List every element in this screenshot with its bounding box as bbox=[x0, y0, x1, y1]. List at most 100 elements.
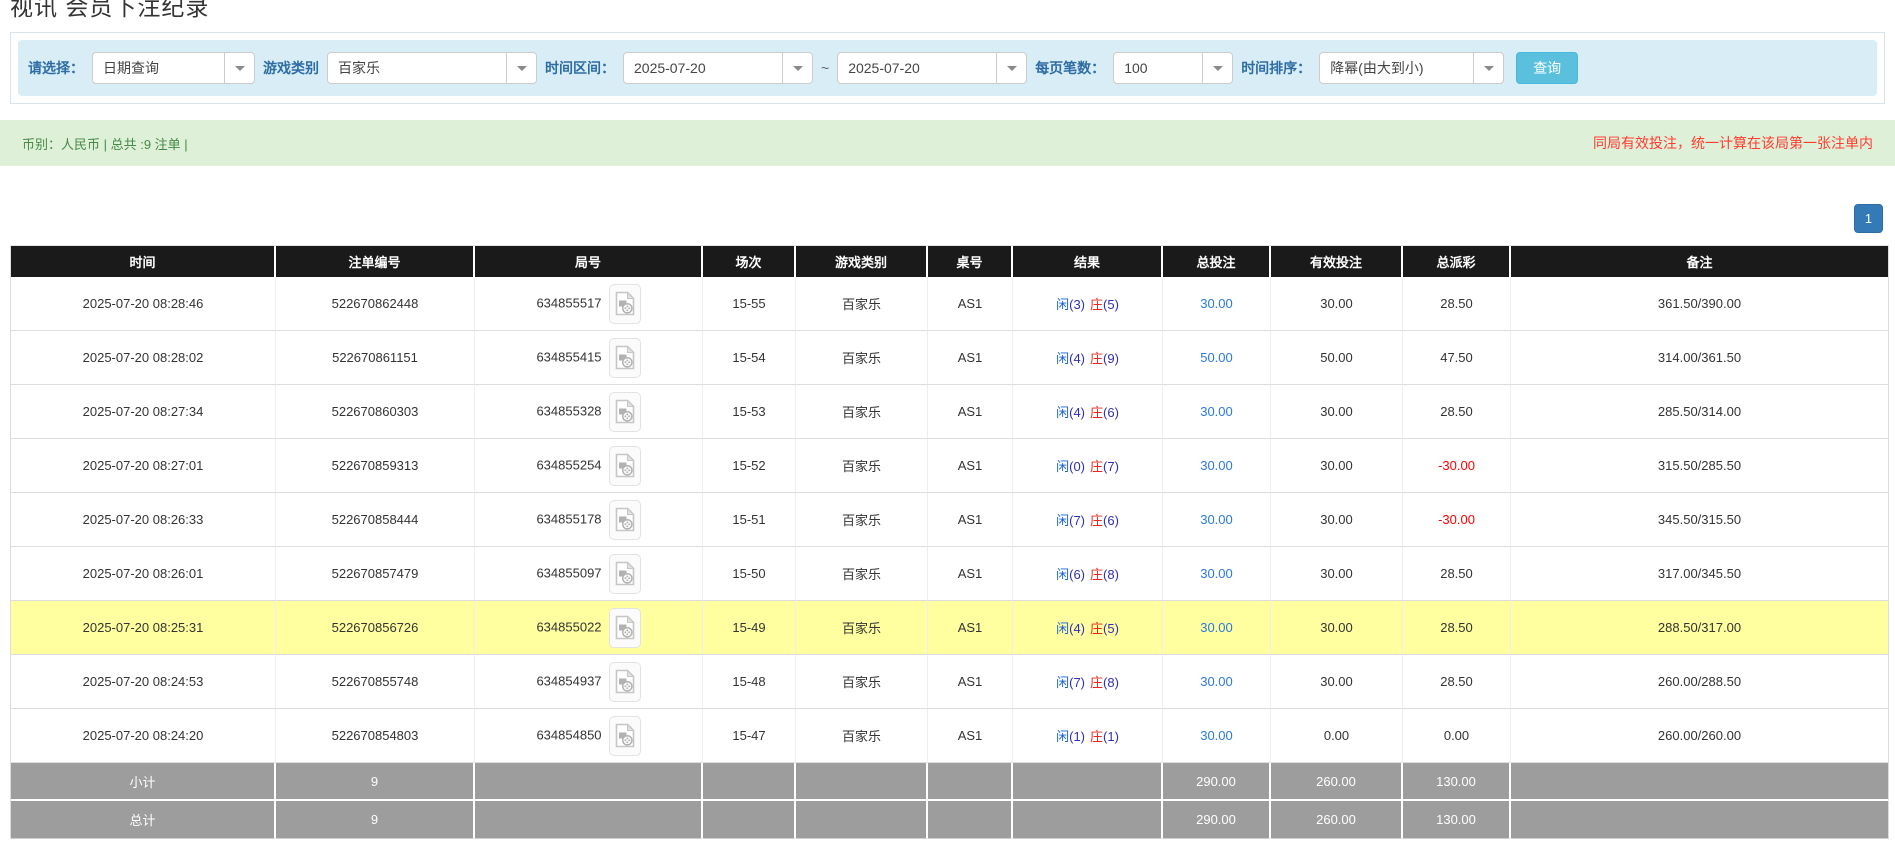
table-row: 2025-07-20 08:24:20 522670854803 6348548… bbox=[11, 709, 1889, 763]
col-remark: 备注 bbox=[1511, 246, 1889, 277]
cell-payout: -30.00 bbox=[1403, 439, 1511, 493]
date-to-select[interactable]: 2025-07-20 bbox=[837, 52, 1027, 84]
total-bet-link[interactable]: 30.00 bbox=[1200, 296, 1233, 311]
cell-time: 2025-07-20 08:25:31 bbox=[11, 601, 276, 655]
cell-payout: -30.00 bbox=[1403, 493, 1511, 547]
cell-game: 百家乐 bbox=[796, 655, 928, 709]
game-category-label: 游戏类别 bbox=[263, 58, 319, 78]
query-type-value: 日期查询 bbox=[93, 53, 224, 83]
round-number: 634855022 bbox=[536, 619, 601, 634]
video-replay-icon[interactable] bbox=[609, 716, 641, 756]
cell-bet-id: 522670858444 bbox=[276, 493, 475, 547]
cell-game: 百家乐 bbox=[796, 601, 928, 655]
cell-session: 15-55 bbox=[703, 277, 796, 331]
cell-valid-bet: 30.00 bbox=[1271, 385, 1403, 439]
banker-result: 庄 bbox=[1090, 621, 1103, 636]
chevron-down-icon bbox=[996, 53, 1026, 83]
time-sort-select[interactable]: 降幂(由大到小) bbox=[1319, 52, 1504, 84]
date-from-select[interactable]: 2025-07-20 bbox=[623, 52, 813, 84]
date-to-value: 2025-07-20 bbox=[838, 53, 996, 83]
cell-session: 15-49 bbox=[703, 601, 796, 655]
cell-round: 634855022 bbox=[475, 601, 703, 655]
subtotal-count: 9 bbox=[276, 763, 475, 801]
cell-time: 2025-07-20 08:24:53 bbox=[11, 655, 276, 709]
currency-total-text: 币别：人民币 | 总共 :9 注单 | bbox=[22, 134, 188, 153]
banker-result: 庄 bbox=[1090, 405, 1103, 420]
chevron-down-icon bbox=[782, 53, 812, 83]
table-row: 2025-07-20 08:26:33 522670858444 6348551… bbox=[11, 493, 1889, 547]
cell-game: 百家乐 bbox=[796, 493, 928, 547]
video-replay-icon[interactable] bbox=[609, 446, 641, 486]
page-size-select[interactable]: 100 bbox=[1113, 52, 1233, 84]
game-category-select[interactable]: 百家乐 bbox=[327, 52, 537, 84]
table-row: 2025-07-20 08:24:53 522670855748 6348549… bbox=[11, 655, 1889, 709]
cell-session: 15-51 bbox=[703, 493, 796, 547]
cell-table-no: AS1 bbox=[928, 439, 1013, 493]
total-bet-link[interactable]: 30.00 bbox=[1200, 620, 1233, 635]
total-valid-bet: 260.00 bbox=[1271, 801, 1403, 839]
player-result: 闲 bbox=[1056, 459, 1069, 474]
cell-session: 15-54 bbox=[703, 331, 796, 385]
cell-payout: 47.50 bbox=[1403, 331, 1511, 385]
total-bet-link[interactable]: 30.00 bbox=[1200, 728, 1233, 743]
table-row: 2025-07-20 08:28:46 522670862448 6348555… bbox=[11, 277, 1889, 331]
search-button[interactable]: 查询 bbox=[1516, 52, 1578, 84]
time-sort-value: 降幂(由大到小) bbox=[1320, 53, 1473, 83]
cell-session: 15-50 bbox=[703, 547, 796, 601]
cell-bet-id: 522670854803 bbox=[276, 709, 475, 763]
cell-round: 634855328 bbox=[475, 385, 703, 439]
player-result: 闲 bbox=[1056, 351, 1069, 366]
banker-result: 庄 bbox=[1090, 675, 1103, 690]
col-bet-id: 注单编号 bbox=[276, 246, 475, 277]
video-replay-icon[interactable] bbox=[609, 284, 641, 324]
cell-remark: 260.00/288.50 bbox=[1511, 655, 1889, 709]
total-bet-link[interactable]: 30.00 bbox=[1200, 566, 1233, 581]
cell-remark: 317.00/345.50 bbox=[1511, 547, 1889, 601]
table-row: 2025-07-20 08:27:01 522670859313 6348552… bbox=[11, 439, 1889, 493]
video-replay-icon[interactable] bbox=[609, 392, 641, 432]
total-count: 9 bbox=[276, 801, 475, 839]
cell-valid-bet: 30.00 bbox=[1271, 277, 1403, 331]
time-range-label: 时间区间： bbox=[545, 58, 615, 78]
pagination: 1 bbox=[0, 204, 1883, 233]
cell-round: 634854850 bbox=[475, 709, 703, 763]
player-result: 闲 bbox=[1056, 729, 1069, 744]
total-bet-link[interactable]: 30.00 bbox=[1200, 674, 1233, 689]
video-replay-icon[interactable] bbox=[609, 500, 641, 540]
total-bet-link[interactable]: 30.00 bbox=[1200, 512, 1233, 527]
video-replay-icon[interactable] bbox=[609, 662, 641, 702]
cell-table-no: AS1 bbox=[928, 385, 1013, 439]
video-replay-icon[interactable] bbox=[609, 608, 641, 648]
banker-result: 庄 bbox=[1090, 729, 1103, 744]
cell-game: 百家乐 bbox=[796, 331, 928, 385]
cell-total-bet: 30.00 bbox=[1163, 709, 1271, 763]
query-type-select[interactable]: 日期查询 bbox=[92, 52, 255, 84]
total-label: 总计 bbox=[11, 801, 276, 839]
cell-time: 2025-07-20 08:28:46 bbox=[11, 277, 276, 331]
cell-round: 634854937 bbox=[475, 655, 703, 709]
cell-round: 634855517 bbox=[475, 277, 703, 331]
date-from-value: 2025-07-20 bbox=[624, 53, 782, 83]
cell-valid-bet: 0.00 bbox=[1271, 709, 1403, 763]
total-row: 总计 9 290.00 260.00 130.00 bbox=[11, 801, 1889, 839]
cell-remark: 285.50/314.00 bbox=[1511, 385, 1889, 439]
total-bet-link[interactable]: 30.00 bbox=[1200, 458, 1233, 473]
video-replay-icon[interactable] bbox=[609, 338, 641, 378]
col-round: 局号 bbox=[475, 246, 703, 277]
cell-session: 15-53 bbox=[703, 385, 796, 439]
time-sort-label: 时间排序： bbox=[1241, 58, 1311, 78]
page-1-button[interactable]: 1 bbox=[1854, 204, 1883, 233]
summary-bar: 币别：人民币 | 总共 :9 注单 | 同局有效投注，统一计算在该局第一张注单内 bbox=[0, 120, 1895, 166]
cell-bet-id: 522670861151 bbox=[276, 331, 475, 385]
cell-remark: 345.50/315.50 bbox=[1511, 493, 1889, 547]
cell-valid-bet: 30.00 bbox=[1271, 493, 1403, 547]
cell-session: 15-48 bbox=[703, 655, 796, 709]
video-replay-icon[interactable] bbox=[609, 554, 641, 594]
cell-round: 634855178 bbox=[475, 493, 703, 547]
cell-bet-id: 522670862448 bbox=[276, 277, 475, 331]
player-result: 闲 bbox=[1056, 567, 1069, 582]
cell-total-bet: 30.00 bbox=[1163, 385, 1271, 439]
total-bet-link[interactable]: 30.00 bbox=[1200, 404, 1233, 419]
total-bet-link[interactable]: 50.00 bbox=[1200, 350, 1233, 365]
round-number: 634855517 bbox=[536, 295, 601, 310]
